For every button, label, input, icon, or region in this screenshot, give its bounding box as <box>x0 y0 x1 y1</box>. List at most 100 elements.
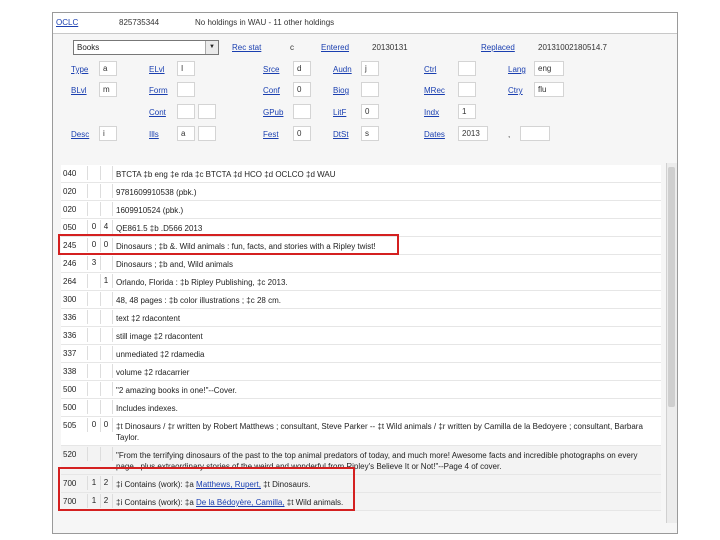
indicator-1[interactable] <box>87 292 101 306</box>
chevron-down-icon[interactable]: ▼ <box>205 41 218 54</box>
field-tag[interactable]: 336 <box>63 331 85 340</box>
ctry-field[interactable]: flu <box>534 82 564 97</box>
indicator-1[interactable]: 0 <box>87 418 101 432</box>
dtst-label[interactable]: DtSt <box>333 130 349 139</box>
indicator-2[interactable] <box>100 166 113 180</box>
field-tag[interactable]: 300 <box>63 295 85 304</box>
conf-label[interactable]: Conf <box>263 86 280 95</box>
cont-label[interactable]: Cont <box>149 108 166 117</box>
field-row-520[interactable]: 520 "From the terrifying dinosaurs of the… <box>61 446 661 475</box>
indicator-1[interactable]: 0 <box>87 220 101 234</box>
field-row-700[interactable]: 700 1 2 ‡i Contains (work): ‡a Matthews, Ru… <box>61 475 661 493</box>
field-tag[interactable]: 500 <box>63 385 85 394</box>
indx-field[interactable]: 1 <box>458 104 476 119</box>
field-content[interactable]: ‡t Dinosaurs / ‡r written by Robert Matt… <box>116 421 656 443</box>
indicator-2[interactable] <box>100 447 113 461</box>
replaced-label[interactable]: Replaced <box>481 43 515 52</box>
field-row-337[interactable]: 337 unmediated ‡2 rdamedia <box>61 345 661 363</box>
audn-field[interactable]: j <box>361 61 379 76</box>
indicator-2[interactable] <box>100 382 113 396</box>
indicator-2[interactable] <box>100 364 113 378</box>
audn-label[interactable]: Audn <box>333 65 352 74</box>
biog-field[interactable] <box>361 82 379 97</box>
lang-label[interactable]: Lang <box>508 65 526 74</box>
field-row-700[interactable]: 700 1 2 ‡i Contains (work): ‡a De la Bédoyè… <box>61 493 661 511</box>
field-tag[interactable]: 336 <box>63 313 85 322</box>
indicator-2[interactable] <box>100 202 113 216</box>
field-tag[interactable]: 338 <box>63 367 85 376</box>
elvl-label[interactable]: ELvl <box>149 65 165 74</box>
srce-field[interactable]: d <box>293 61 311 76</box>
field-tag[interactable]: 264 <box>63 277 85 286</box>
field-content[interactable]: 1609910524 (pbk.) <box>116 205 656 216</box>
field-row-020[interactable]: 020 1609910524 (pbk.) <box>61 201 661 219</box>
vertical-scrollbar[interactable] <box>666 163 677 523</box>
field-tag[interactable]: 020 <box>63 187 85 196</box>
field-tag[interactable]: 020 <box>63 205 85 214</box>
ctry-label[interactable]: Ctry <box>508 86 523 95</box>
field-content[interactable]: volume ‡2 rdacarrier <box>116 367 656 378</box>
indicator-1[interactable] <box>87 346 101 360</box>
type-label[interactable]: Type <box>71 65 88 74</box>
indicator-2[interactable] <box>100 400 113 414</box>
field-content[interactable]: 9781609910538 (pbk.) <box>116 187 656 198</box>
field-row-040[interactable]: 040 BTCTA ‡b eng ‡e rda ‡c BTCTA ‡d HCO ‡… <box>61 165 661 183</box>
field-content[interactable]: Orlando, Florida : ‡b Ripley Publishing,… <box>116 277 656 288</box>
field-tag[interactable]: 700 <box>63 479 85 488</box>
indicator-1[interactable] <box>87 184 101 198</box>
field-tag[interactable]: 050 <box>63 223 85 232</box>
field-content[interactable]: QE861.5 ‡b .D566 2013 <box>116 223 656 234</box>
indicator-1[interactable] <box>87 328 101 342</box>
field-content[interactable]: Dinosaurs ; ‡b and, Wild animals <box>116 259 656 270</box>
srce-label[interactable]: Srce <box>263 65 279 74</box>
conf-field[interactable]: 0 <box>293 82 311 97</box>
ills-field-2[interactable] <box>198 126 216 141</box>
gpub-label[interactable]: GPub <box>263 108 283 117</box>
field-tag[interactable]: 337 <box>63 349 85 358</box>
oclc-label-link[interactable]: OCLC <box>56 18 78 27</box>
indicator-2[interactable]: 2 <box>100 494 113 508</box>
field-row-050[interactable]: 050 0 4 QE861.5 ‡b .D566 2013 <box>61 219 661 237</box>
field-row-300[interactable]: 300 48, 48 pages : ‡b color illustrations… <box>61 291 661 309</box>
authority-link[interactable]: De la Bédoyère, Camilla, <box>196 498 284 507</box>
dates-label[interactable]: Dates <box>424 130 445 139</box>
desc-label[interactable]: Desc <box>71 130 89 139</box>
scrollbar-thumb[interactable] <box>668 167 675 407</box>
cont-field-2[interactable] <box>198 104 216 119</box>
indicator-1[interactable] <box>87 166 101 180</box>
dtst-field[interactable]: s <box>361 126 379 141</box>
field-content[interactable]: ‡i Contains (work): ‡a Matthews, Rupert,… <box>116 479 656 490</box>
field-tag[interactable]: 040 <box>63 169 85 178</box>
mrec-label[interactable]: MRec <box>424 86 445 95</box>
ctrl-label[interactable]: Ctrl <box>424 65 436 74</box>
entered-label[interactable]: Entered <box>321 43 349 52</box>
field-content[interactable]: unmediated ‡2 rdamedia <box>116 349 656 360</box>
fest-field[interactable]: 0 <box>293 126 311 141</box>
field-tag[interactable]: 505 <box>63 421 85 430</box>
indicator-1[interactable] <box>87 310 101 324</box>
field-content[interactable]: "2 amazing books in one!"--Cover. <box>116 385 656 396</box>
field-content[interactable]: text ‡2 rdacontent <box>116 313 656 324</box>
gpub-field[interactable] <box>293 104 311 119</box>
field-content[interactable]: 48, 48 pages : ‡b color illustrations ; … <box>116 295 656 306</box>
indicator-1[interactable] <box>87 447 101 461</box>
field-content[interactable]: "From the terrifying dinosaurs of the pa… <box>116 450 656 472</box>
field-row-500[interactable]: 500 Includes indexes. <box>61 399 661 417</box>
indicator-1[interactable] <box>87 382 101 396</box>
field-tag[interactable]: 245 <box>63 241 85 250</box>
indicator-2[interactable]: 2 <box>100 476 113 490</box>
field-content[interactable]: Dinosaurs ; ‡b &. Wild animals : fun, fa… <box>116 241 656 252</box>
format-select[interactable]: Books ▼ <box>73 40 219 55</box>
field-row-245[interactable]: 245 0 0 Dinosaurs ; ‡b &. Wild animals : fu… <box>61 237 661 255</box>
indicator-1[interactable]: 3 <box>87 256 101 270</box>
authority-link[interactable]: Matthews, Rupert, <box>196 480 261 489</box>
indicator-2[interactable] <box>100 346 113 360</box>
field-row-264[interactable]: 264 1 Orlando, Florida : ‡b Ripley Publish… <box>61 273 661 291</box>
field-tag[interactable]: 700 <box>63 497 85 506</box>
indicator-1[interactable] <box>87 364 101 378</box>
field-content[interactable]: Includes indexes. <box>116 403 656 414</box>
indicator-1[interactable]: 1 <box>87 476 101 490</box>
dates-field-1[interactable]: 2013 <box>458 126 488 141</box>
litf-field[interactable]: 0 <box>361 104 379 119</box>
field-row-500[interactable]: 500 "2 amazing books in one!"--Cover. <box>61 381 661 399</box>
